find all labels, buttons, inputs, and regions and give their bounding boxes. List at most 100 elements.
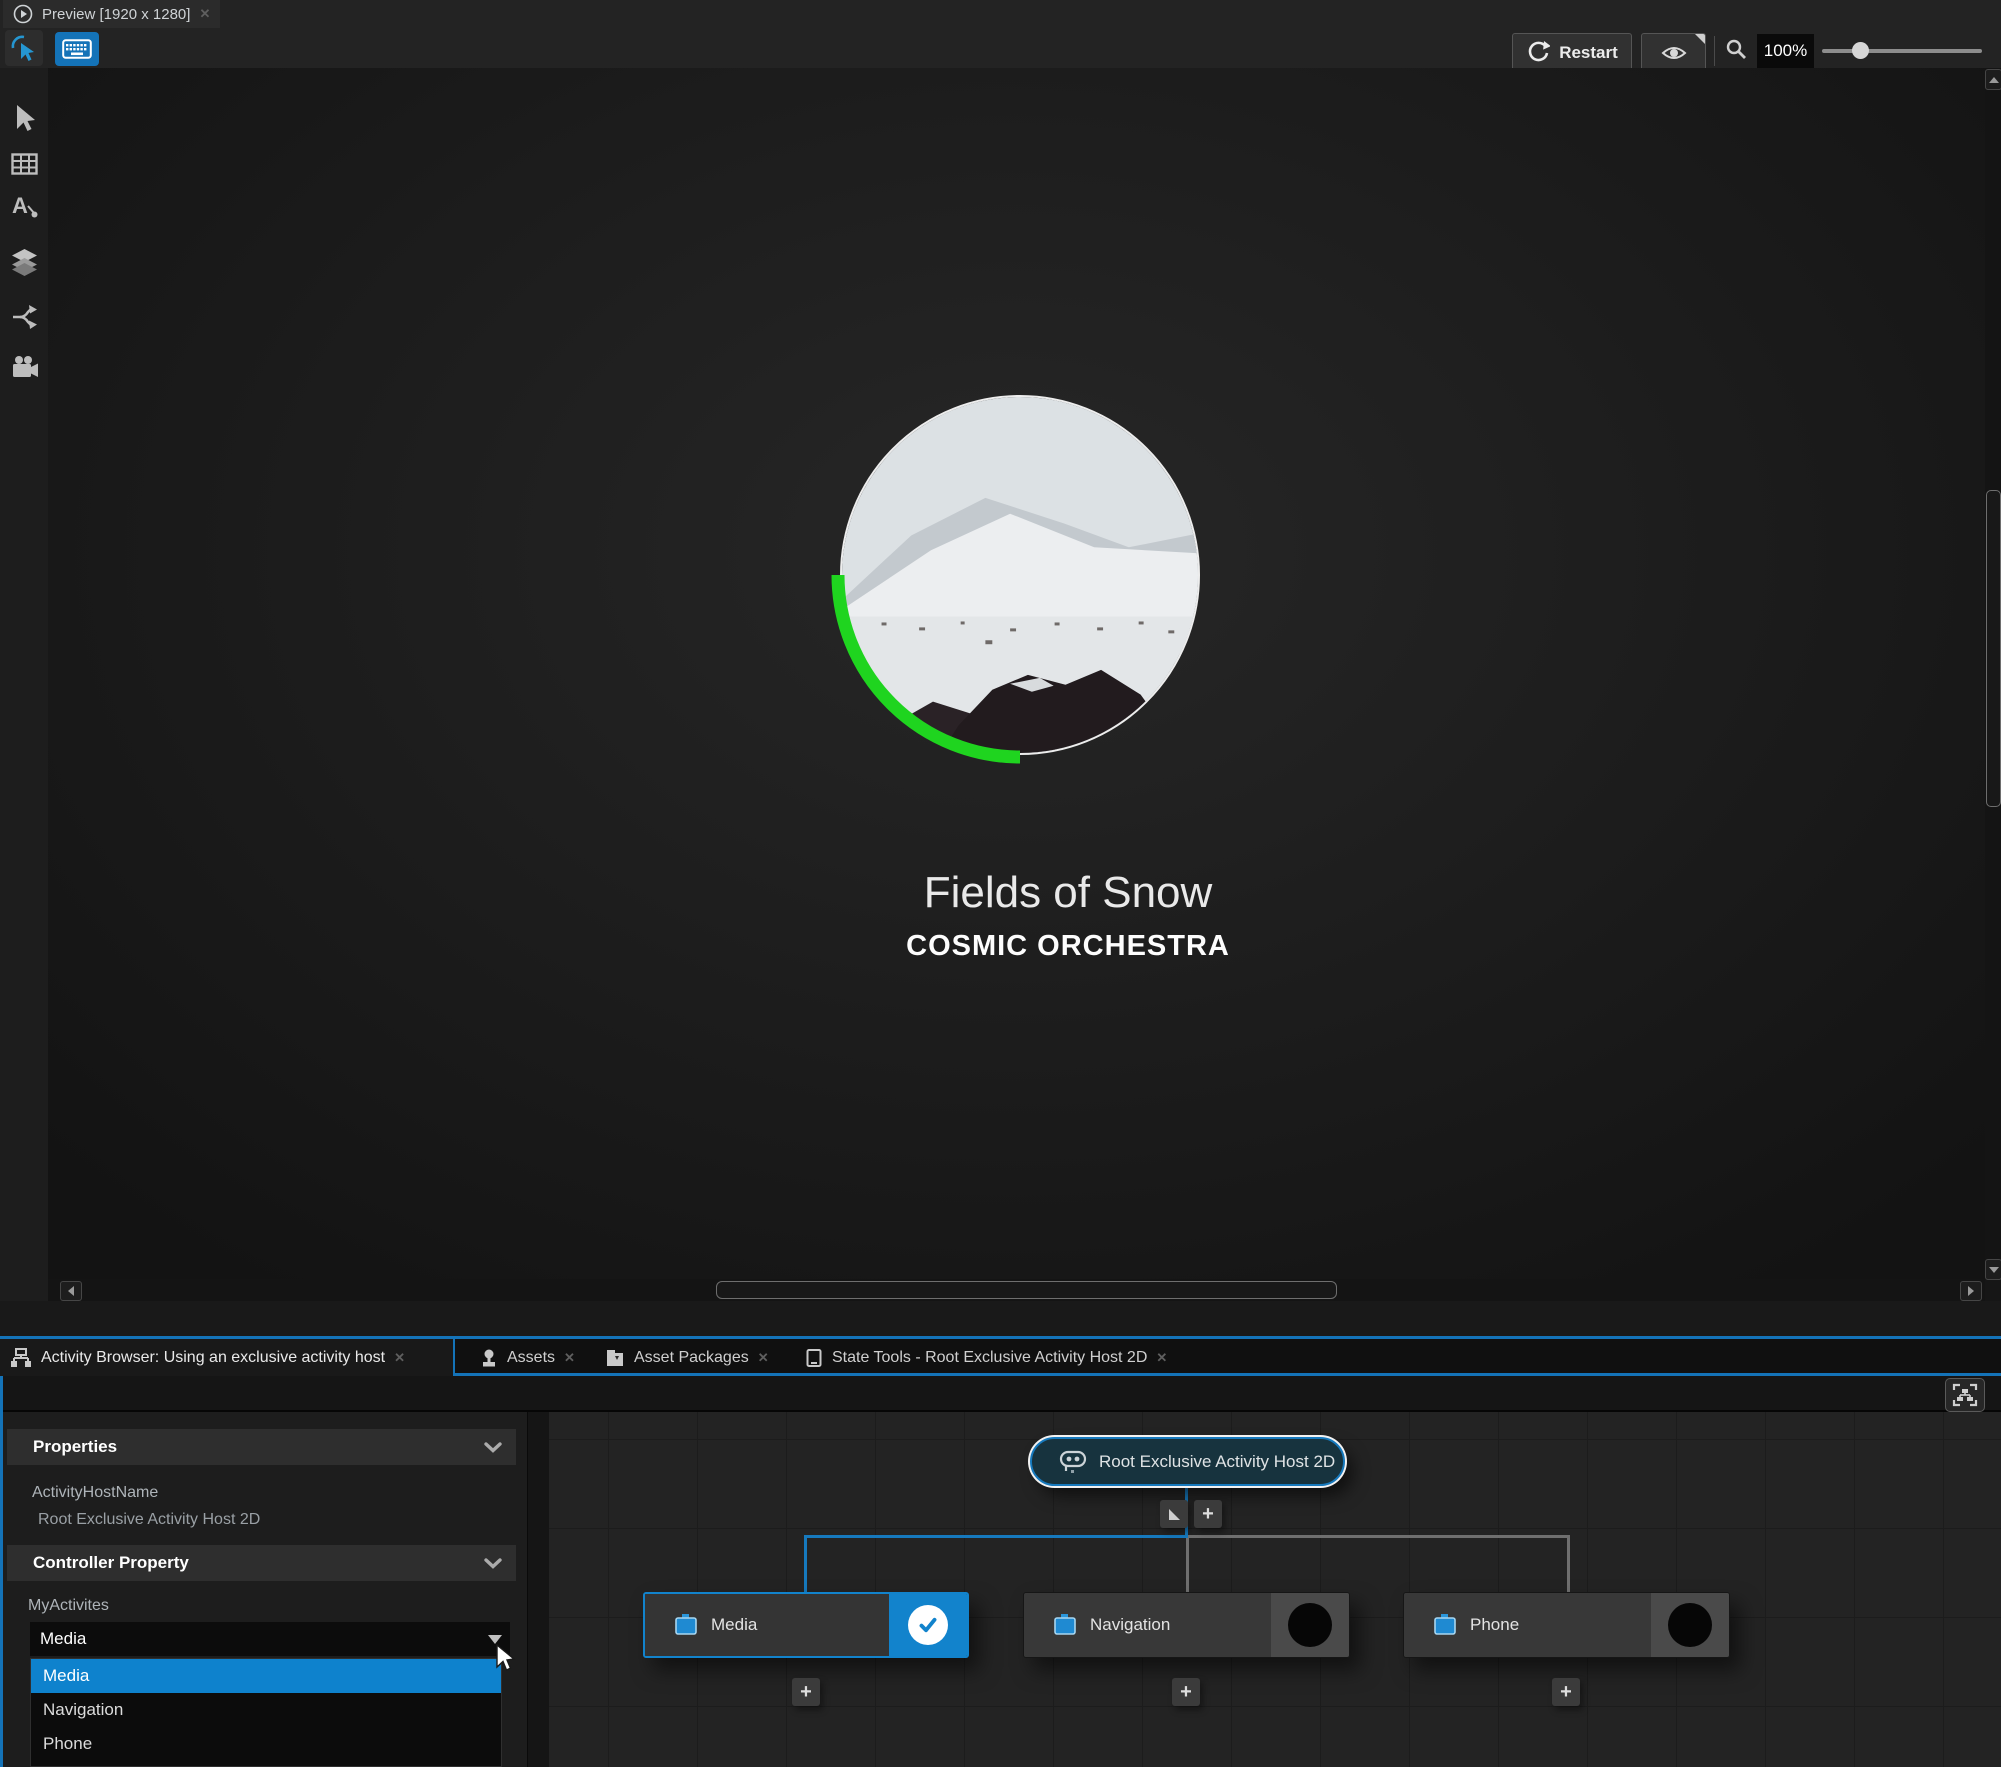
node-label: Navigation (1090, 1615, 1171, 1634)
click-cursor-icon (11, 35, 34, 61)
vertical-scrollbar-thumb[interactable] (1986, 490, 2001, 807)
myactivites-dropdown[interactable]: Media (30, 1622, 510, 1656)
fit-to-view-icon (1952, 1383, 1978, 1407)
layers-tool-icon[interactable] (11, 248, 38, 276)
eye-icon (1661, 46, 1686, 59)
scroll-down-button[interactable] (1985, 1259, 2001, 1280)
state-tools-icon (806, 1348, 822, 1367)
close-icon[interactable]: ✕ (564, 1350, 575, 1366)
assets-icon (483, 1349, 495, 1366)
zoom-level-value[interactable]: 100% (1757, 34, 1814, 68)
collapse-children-button[interactable] (1160, 1500, 1188, 1528)
tab-label: State Tools - Root Exclusive Activity Ho… (832, 1348, 1148, 1366)
triangle-left-icon (68, 1286, 74, 1296)
horizontal-scrollbar-thumb[interactable] (716, 1281, 1337, 1299)
dropdown-arrow-icon (488, 1634, 502, 1644)
bottom-tab-strip: Activity Browser: Using an exclusive act… (0, 1339, 2001, 1376)
toolbar-divider (1714, 36, 1715, 66)
chevron-down-icon (484, 1441, 502, 1453)
close-icon[interactable]: ✕ (199, 6, 210, 22)
tab-assets[interactable]: Assets ✕ (470, 1339, 588, 1376)
property-label-activityhostname: ActivityHostName (32, 1484, 159, 1501)
add-activity-button-root[interactable]: + (1194, 1500, 1222, 1528)
add-activity-button-media[interactable]: + (792, 1678, 820, 1706)
scroll-up-button[interactable] (1985, 69, 2001, 90)
media-state-indicator[interactable] (889, 1594, 967, 1656)
track-artist: COSMIC ORCHESTRA (906, 930, 1230, 962)
restart-label: Restart (1559, 42, 1618, 62)
scroll-right-button[interactable] (1960, 1281, 1982, 1301)
zoom-magnifier-icon (1726, 39, 1746, 59)
tab-asset-packages[interactable]: Asset Packages ✕ (595, 1339, 783, 1376)
section-title: Controller Property (33, 1553, 189, 1572)
top-tab-strip (0, 0, 2001, 28)
node-phone[interactable]: Phone (1403, 1592, 1730, 1658)
wire-root-left (804, 1535, 1188, 1538)
root-node-label: Root Exclusive Activity Host 2D (1099, 1451, 1336, 1471)
node-root-exclusive-activity-host[interactable]: Root Exclusive Activity Host 2D (1030, 1437, 1345, 1486)
keyboard-icon (62, 39, 92, 59)
dropdown-corner-indicator (1695, 34, 1705, 44)
chevron-down-icon (484, 1557, 502, 1569)
activity-browser-icon (11, 1347, 31, 1367)
node-navigation[interactable]: Navigation (1023, 1592, 1350, 1658)
activity-host-icon (1059, 1450, 1087, 1473)
section-header-controller-property[interactable]: Controller Property (7, 1545, 516, 1581)
close-icon[interactable]: ✕ (394, 1350, 405, 1366)
panel-splitter[interactable] (527, 1412, 550, 1767)
connections-tool-icon[interactable] (11, 303, 39, 331)
activity-browser-toolbar (3, 1376, 2001, 1412)
grid-list-tool-icon[interactable] (11, 152, 38, 176)
kanzi-preview-window: Preview [1920 x 1280] ✕ Restart 100% A F… (0, 0, 2001, 1767)
mouse-cursor (496, 1644, 516, 1671)
close-icon[interactable]: ✕ (1156, 1350, 1167, 1366)
restart-icon (1528, 40, 1551, 61)
play-circle-icon (13, 4, 33, 24)
property-label-myactivites: MyActivites (28, 1597, 109, 1614)
dropdown-option-navigation[interactable]: Navigation (31, 1693, 501, 1727)
add-activity-button-phone[interactable]: + (1552, 1678, 1580, 1706)
zoom-slider-thumb[interactable] (1852, 42, 1869, 59)
phone-state-indicator[interactable] (1651, 1593, 1729, 1657)
wire-navigation (1186, 1535, 1189, 1593)
preview-tab-title: Preview [1920 x 1280] (42, 5, 191, 23)
zoom-slider-track[interactable] (1822, 49, 1982, 53)
navigation-state-indicator[interactable] (1271, 1593, 1349, 1657)
node-media[interactable]: Media (643, 1592, 969, 1658)
section-title: Properties (33, 1437, 118, 1456)
panel-gap (0, 1301, 2001, 1336)
click-emulation-tool-button[interactable] (5, 30, 43, 66)
camera-tool-icon[interactable] (11, 355, 39, 381)
myactivites-dropdown-list: Media Navigation Phone (30, 1658, 502, 1767)
dropdown-option-media[interactable]: Media (31, 1659, 501, 1693)
tab-state-tools[interactable]: State Tools - Root Exclusive Activity Ho… (795, 1339, 1207, 1376)
svg-text:A: A (12, 193, 28, 218)
tab-activity-browser[interactable]: Activity Browser: Using an exclusive act… (0, 1339, 455, 1376)
wire-media (804, 1535, 807, 1593)
text-tool-icon[interactable]: A (11, 192, 39, 222)
pointer-tool-icon[interactable] (11, 103, 37, 133)
analyze-overdraw-button[interactable] (1641, 33, 1706, 72)
inactive-badge (1668, 1603, 1712, 1647)
tab-label: Asset Packages (634, 1348, 749, 1366)
preview-canvas[interactable]: Fields of Snow COSMIC ORCHESTRA (48, 68, 1985, 1279)
restart-button[interactable]: Restart (1512, 33, 1632, 72)
triangle-icon (1168, 1508, 1180, 1520)
add-activity-button-navigation[interactable]: + (1172, 1678, 1200, 1706)
triangle-down-icon (1988, 1266, 1999, 1273)
property-value-activityhostname[interactable]: Root Exclusive Activity Host 2D (38, 1511, 260, 1529)
scroll-left-button[interactable] (60, 1281, 82, 1301)
check-icon (919, 1617, 937, 1633)
inactive-badge (1288, 1603, 1332, 1647)
section-header-properties[interactable]: Properties (7, 1429, 516, 1465)
virtual-keyboard-button[interactable] (55, 32, 99, 66)
tab-preview[interactable]: Preview [1920 x 1280] ✕ (3, 0, 221, 28)
tab-label: Assets (507, 1348, 556, 1366)
progress-arc (831, 574, 1021, 764)
fit-graph-to-view-button[interactable] (1945, 1378, 1985, 1412)
activity-icon (1434, 1614, 1456, 1635)
close-icon[interactable]: ✕ (758, 1350, 769, 1366)
dropdown-option-phone[interactable]: Phone (31, 1727, 501, 1761)
tab-label: Activity Browser: Using an exclusive act… (41, 1348, 386, 1366)
node-label: Media (711, 1615, 758, 1634)
